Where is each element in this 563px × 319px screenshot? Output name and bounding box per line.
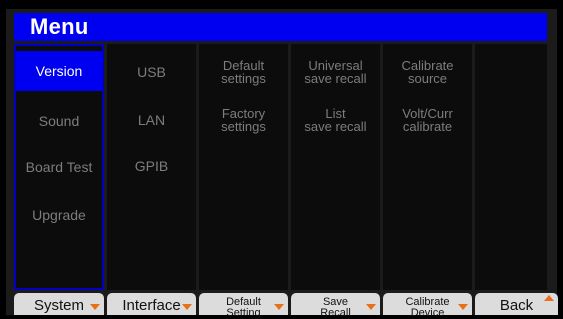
menu-column-calibrate-device: Calibrate source Volt/Curr calibrate [383, 44, 472, 290]
menu-column-system: Version Sound Board Test Upgrade [14, 44, 104, 290]
softkey-bar: System Interface Default Setting Save Re… [0, 290, 563, 319]
menu-item-line: calibrate [402, 119, 453, 134]
menu-item-version[interactable]: Version [16, 51, 102, 91]
menu-item-line: settings [221, 71, 266, 86]
title-bar: Menu [14, 13, 547, 41]
system-softkey[interactable]: System [14, 293, 104, 315]
menu-item-board-test[interactable]: Board Test [16, 160, 102, 174]
menu-item-line: save recall [304, 71, 367, 86]
menu-item-upgrade[interactable]: Upgrade [16, 208, 102, 222]
arrow-down-icon [458, 304, 468, 310]
menu-item-default-settings[interactable]: Default settings [199, 59, 288, 85]
menu-item-line: settings [221, 119, 266, 134]
interface-softkey[interactable]: Interface [107, 293, 196, 315]
menu-item-usb[interactable]: USB [107, 65, 196, 79]
menu-column-interface: USB LAN GPIB [107, 44, 196, 290]
calibrate-device-softkey[interactable]: Calibrate Device [383, 293, 472, 319]
page-title: Menu [30, 14, 89, 39]
menu-column-default-setting: Default settings Factory settings [199, 44, 288, 290]
menu-item-calibrate-source[interactable]: Calibrate source [383, 59, 472, 85]
menu-item-gpib[interactable]: GPIB [107, 159, 196, 173]
menu-item-line: source [407, 71, 448, 86]
menu-item-lan[interactable]: LAN [107, 113, 196, 127]
arrow-down-icon [274, 304, 284, 310]
arrow-up-icon [544, 295, 554, 301]
menu-item-universal-save-recall[interactable]: Universal save recall [291, 59, 380, 85]
arrow-down-icon [182, 304, 192, 310]
menu-column-save-recall: Universal save recall List save recall [291, 44, 380, 290]
menu-column-empty [475, 44, 547, 290]
menu-item-list-save-recall[interactable]: List save recall [291, 107, 380, 133]
arrow-down-icon [366, 304, 376, 310]
default-setting-softkey[interactable]: Default Setting [199, 293, 288, 319]
save-recall-softkey[interactable]: Save Recall [291, 293, 380, 319]
menu-item-volt-curr-calibrate[interactable]: Volt/Curr calibrate [383, 107, 472, 133]
menu-item-factory-settings[interactable]: Factory settings [199, 107, 288, 133]
menu-item-line: save recall [304, 119, 367, 134]
menu-item-sound[interactable]: Sound [16, 114, 102, 128]
arrow-down-icon [90, 304, 100, 310]
back-softkey[interactable]: Back [475, 293, 558, 315]
